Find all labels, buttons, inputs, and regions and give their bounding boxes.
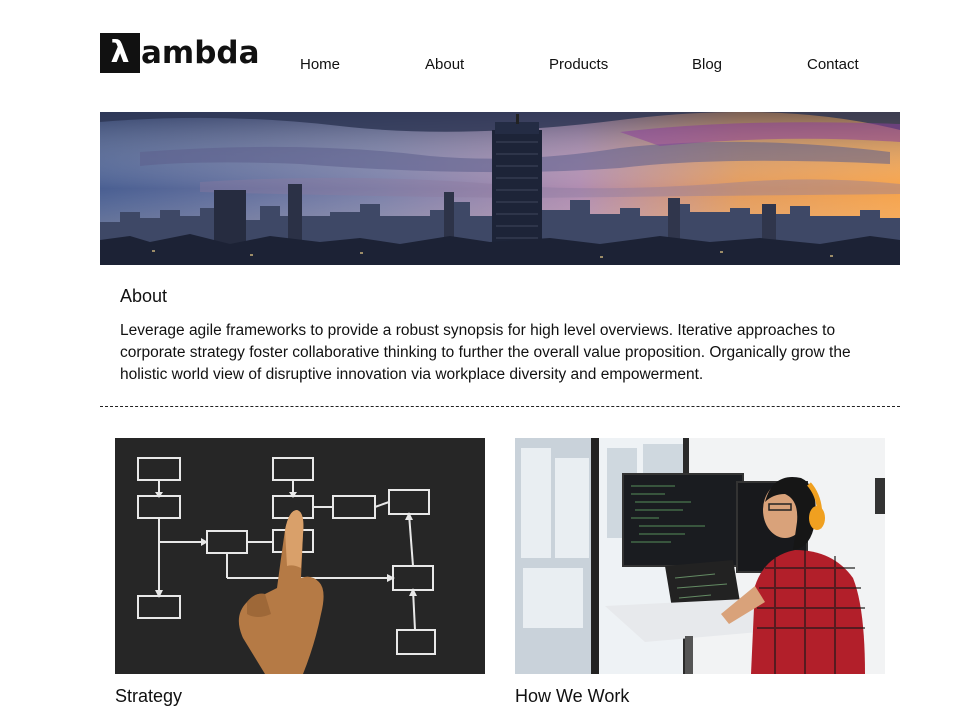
how-we-work-title[interactable]: How We Work — [515, 686, 629, 707]
nav-contact[interactable]: Contact — [807, 56, 859, 73]
about-body: Leverage agile frameworks to provide a r… — [120, 322, 851, 383]
nav-blog[interactable]: Blog — [692, 56, 722, 73]
about-heading: About — [120, 286, 168, 306]
nav-home[interactable]: Home — [300, 56, 340, 73]
flowchart-chalkboard-illustration — [115, 438, 485, 674]
nav-about[interactable]: About — [425, 56, 464, 73]
logo-wordmark: ambda — [141, 35, 260, 71]
how-we-work-image[interactable] — [515, 438, 885, 674]
section-divider — [100, 406, 900, 407]
strategy-title[interactable]: Strategy — [115, 686, 182, 707]
site-header: λ ambda Home About Products Blog Contact — [100, 32, 900, 76]
lambda-icon: λ — [100, 33, 140, 73]
strategy-image[interactable] — [115, 438, 485, 674]
main-nav: Home About Products Blog Contact — [270, 56, 900, 76]
developer-workstation-illustration — [515, 438, 885, 674]
nav-products[interactable]: Products — [549, 56, 608, 73]
city-skyline-illustration — [100, 112, 900, 265]
hero-image-city-skyline — [100, 112, 900, 265]
site-logo[interactable]: λ ambda — [100, 32, 260, 74]
